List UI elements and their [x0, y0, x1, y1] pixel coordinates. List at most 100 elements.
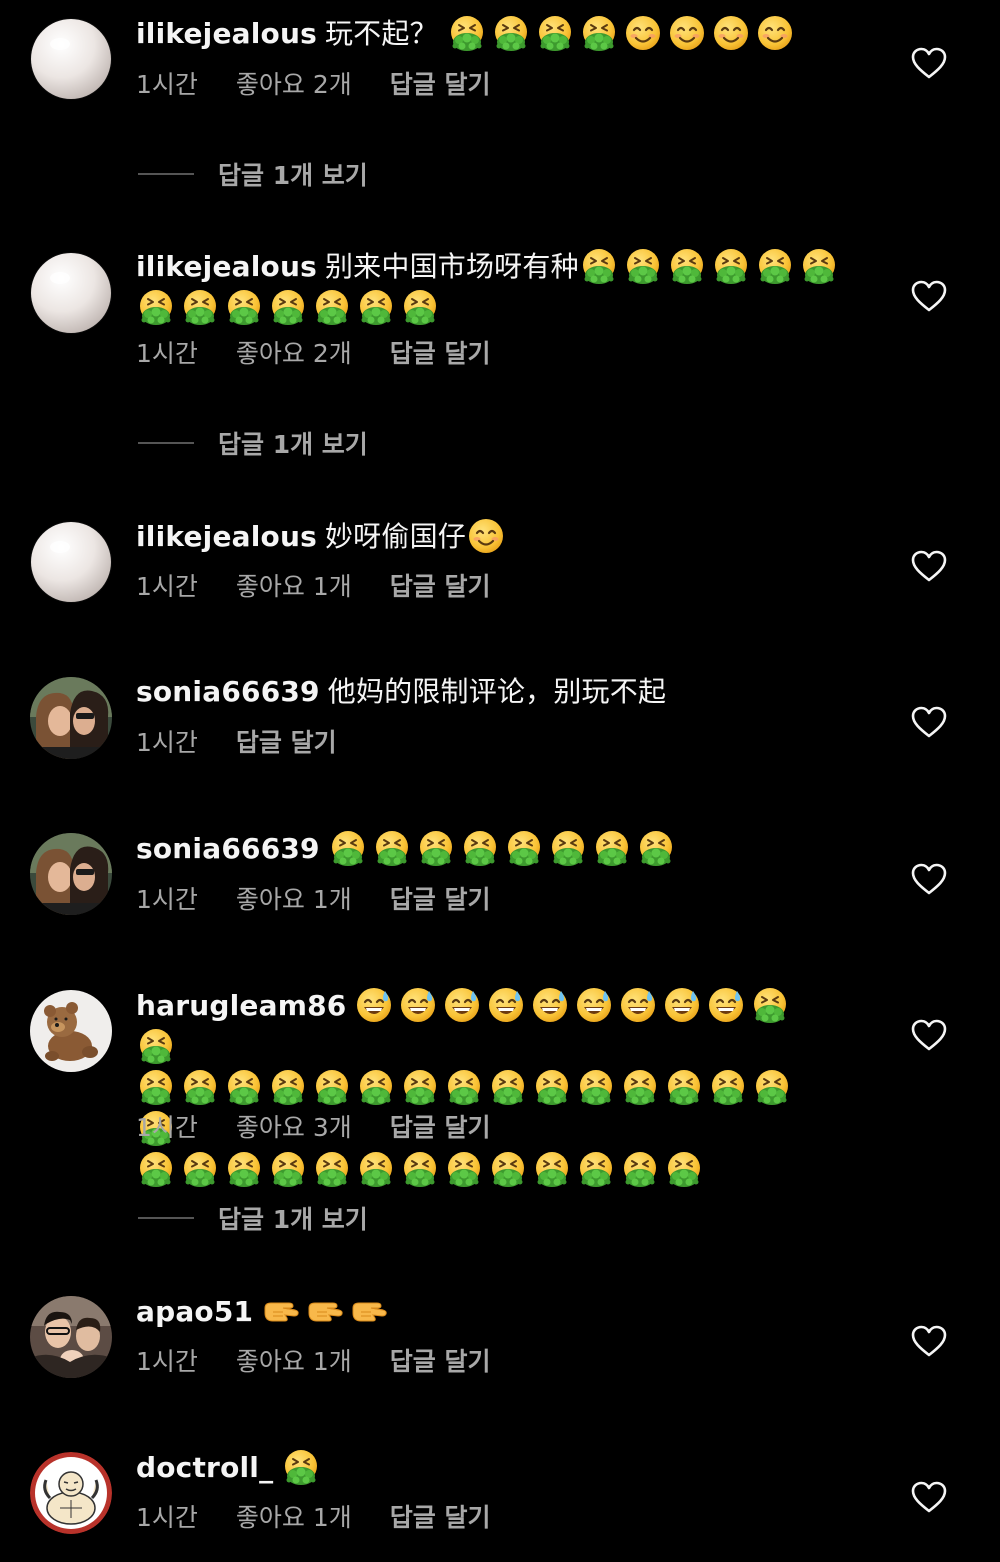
vomiting-face-icon [488, 1067, 528, 1107]
vomiting-face-icon [400, 1067, 440, 1107]
vomiting-face-icon [576, 1149, 616, 1189]
vomiting-face-icon [416, 828, 456, 868]
reply-button[interactable]: 답글 달기 [390, 1113, 491, 1142]
vomiting-face-icon [491, 13, 531, 53]
username[interactable]: ilikejealous [136, 520, 317, 553]
grinning-sweat-face-icon [574, 985, 614, 1025]
reply-button[interactable]: 답글 달기 [236, 728, 337, 757]
vomiting-face-icon [504, 828, 544, 868]
avatar[interactable] [30, 252, 112, 334]
avatar[interactable] [30, 1296, 112, 1378]
username[interactable]: harugleam86 [136, 989, 346, 1022]
like-count[interactable]: 좋아요 1개 [236, 885, 352, 914]
vomiting-face-icon [532, 1067, 572, 1107]
comment-meta: 1시간 좋아요 2개 답글 달기 [136, 338, 528, 370]
view-replies-button[interactable]: 답글 1개 보기 [138, 427, 368, 459]
vomiting-face-icon [579, 246, 619, 286]
comment-text: ilikejealous 玩不起？ [136, 13, 866, 54]
heart-icon[interactable] [910, 1017, 948, 1055]
vomiting-face-icon [623, 246, 663, 286]
vomiting-face-icon [312, 1149, 352, 1189]
heart-icon[interactable] [910, 548, 948, 586]
pointing-hand-icon [305, 1291, 345, 1331]
vomiting-face-icon [224, 1067, 264, 1107]
grinning-sweat-face-icon [662, 985, 702, 1025]
vomiting-face-icon [312, 287, 352, 327]
like-count[interactable]: 좋아요 1개 [236, 1503, 352, 1532]
heart-icon[interactable] [910, 704, 948, 742]
heart-icon[interactable] [910, 278, 948, 316]
like-count[interactable]: 좋아요 2개 [236, 339, 352, 368]
smiling-face-icon [623, 13, 663, 53]
view-replies-label: 답글 1개 보기 [218, 161, 368, 190]
comment-meta: 1시간 좋아요 1개 답글 달기 [136, 1502, 528, 1534]
comment-text: sonia66639 他妈的限制评论，别玩不起 [136, 672, 866, 712]
view-replies-button[interactable]: 답글 1개 보기 [138, 1202, 368, 1234]
vomiting-face-icon [460, 828, 500, 868]
vomiting-face-icon [636, 828, 676, 868]
vomiting-face-icon [664, 1149, 704, 1189]
vomiting-face-icon [268, 287, 308, 327]
avatar[interactable] [30, 521, 112, 603]
like-count[interactable]: 좋아요 1개 [236, 1347, 352, 1376]
reply-button[interactable]: 답글 달기 [390, 1347, 491, 1376]
vomiting-face-icon [136, 1026, 176, 1066]
vomiting-face-icon [750, 985, 790, 1025]
grinning-sweat-face-icon [706, 985, 746, 1025]
timestamp: 1시간 [136, 1113, 198, 1142]
vomiting-face-icon [400, 287, 440, 327]
heart-icon[interactable] [910, 1323, 948, 1361]
comment-text: apao51 [136, 1291, 866, 1332]
username[interactable]: doctroll_ [136, 1451, 273, 1484]
heart-icon[interactable] [910, 45, 948, 83]
vomiting-face-icon [799, 246, 839, 286]
heart-icon[interactable] [910, 1479, 948, 1517]
vomiting-face-icon [180, 287, 220, 327]
vomiting-face-icon [312, 1067, 352, 1107]
vomiting-face-icon [447, 13, 487, 53]
username[interactable]: sonia66639 [136, 675, 320, 708]
avatar[interactable] [30, 1452, 112, 1534]
grinning-sweat-face-icon [442, 985, 482, 1025]
avatar[interactable] [30, 18, 112, 100]
smiling-face-icon [667, 13, 707, 53]
timestamp: 1시간 [136, 885, 198, 914]
vomiting-face-icon [356, 1067, 396, 1107]
username[interactable]: ilikejealous [136, 17, 317, 50]
comment-body: 他妈的限制评论，别玩不起 [327, 675, 667, 708]
vomiting-face-icon [180, 1149, 220, 1189]
avatar[interactable] [30, 677, 112, 759]
like-count[interactable]: 좋아요 3개 [236, 1113, 352, 1142]
grinning-sweat-face-icon [486, 985, 526, 1025]
timestamp: 1시간 [136, 572, 198, 601]
divider-line [138, 442, 194, 444]
like-count[interactable]: 좋아요 1개 [236, 572, 352, 601]
reply-button[interactable]: 답글 달기 [390, 70, 491, 99]
reply-button[interactable]: 답글 달기 [390, 885, 491, 914]
vomiting-face-icon [224, 287, 264, 327]
vomiting-face-icon [444, 1149, 484, 1189]
avatar[interactable] [30, 990, 112, 1072]
vomiting-face-icon [444, 1067, 484, 1107]
username[interactable]: sonia66639 [136, 832, 320, 865]
avatar[interactable] [30, 833, 112, 915]
comment-text: harugleam86 [136, 985, 836, 1190]
reply-button[interactable]: 답글 달기 [390, 1503, 491, 1532]
heart-icon[interactable] [910, 861, 948, 899]
vomiting-face-icon [579, 13, 619, 53]
username[interactable]: apao51 [136, 1295, 253, 1328]
username[interactable]: ilikejealous [136, 250, 317, 283]
reply-button[interactable]: 답글 달기 [390, 572, 491, 601]
comment-meta: 1시간 좋아요 1개 답글 달기 [136, 1346, 528, 1378]
comment-text: ilikejealous 别来中国市场呀有种 [136, 246, 866, 328]
like-count[interactable]: 좋아요 2개 [236, 70, 352, 99]
view-replies-button[interactable]: 답글 1개 보기 [138, 158, 368, 190]
vomiting-face-icon [755, 246, 795, 286]
vomiting-face-icon [620, 1067, 660, 1107]
reply-button[interactable]: 답글 달기 [390, 339, 491, 368]
vomiting-face-icon [268, 1067, 308, 1107]
vomiting-face-icon [620, 1149, 660, 1189]
grinning-sweat-face-icon [398, 985, 438, 1025]
comment-meta: 1시간 좋아요 2개 답글 달기 [136, 69, 528, 101]
vomiting-face-icon [592, 828, 632, 868]
